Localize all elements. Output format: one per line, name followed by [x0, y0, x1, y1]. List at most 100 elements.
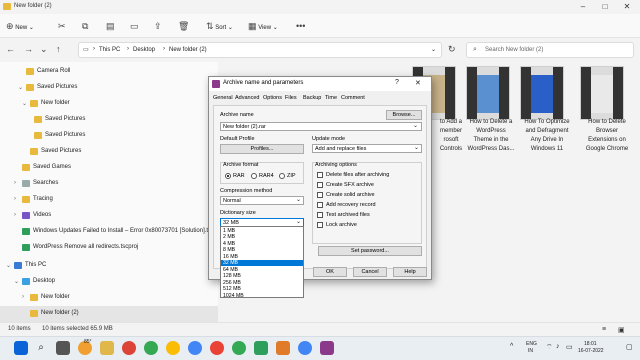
- chevron-down-icon[interactable]: ⌄: [14, 278, 19, 285]
- update-mode-select[interactable]: Add and replace files: [312, 144, 422, 153]
- dropdown-option[interactable]: 4 MB: [221, 241, 303, 247]
- chevron-right-icon[interactable]: ›: [22, 294, 24, 300]
- chevron-down-icon[interactable]: ⌄: [18, 84, 23, 91]
- dropdown-option[interactable]: 2 MB: [221, 234, 303, 240]
- dropdown-option[interactable]: 512 MB: [221, 286, 303, 292]
- view-button[interactable]: ▦ View ⌄: [248, 19, 278, 33]
- checkbox-recovery-record[interactable]: [317, 202, 323, 208]
- chevron-down-icon[interactable]: ⌄: [22, 100, 27, 107]
- recent-chevron-icon[interactable]: ⌄: [40, 44, 48, 55]
- chrome-profile-icon[interactable]: [188, 341, 202, 355]
- tiles-view-icon[interactable]: ▣: [618, 326, 625, 334]
- chevron-up-icon[interactable]: ^: [510, 343, 513, 350]
- chrome-profile-icon[interactable]: [166, 341, 180, 355]
- details-view-icon[interactable]: ≡: [602, 326, 606, 333]
- tree-item[interactable]: ⌄ New folder: [0, 96, 218, 112]
- chevron-right-icon[interactable]: ›: [14, 212, 16, 218]
- help-button[interactable]: Help: [393, 267, 427, 277]
- tab-options[interactable]: Options: [263, 95, 282, 101]
- share-icon[interactable]: ⇪: [154, 19, 162, 33]
- clock-time[interactable]: 18:01: [584, 341, 597, 347]
- tree-item[interactable]: Windows Updates Failed to Install – Erro…: [0, 224, 221, 240]
- cut-icon[interactable]: ✂: [58, 19, 66, 33]
- profiles-button[interactable]: Profiles...: [220, 144, 304, 154]
- winrar-icon[interactable]: [320, 341, 334, 355]
- dropdown-option[interactable]: 16 MB: [221, 254, 303, 260]
- compression-method-select[interactable]: Normal: [220, 196, 304, 205]
- battery-icon[interactable]: ▭: [566, 343, 573, 351]
- dropdown-option[interactable]: 64 MB: [221, 267, 303, 273]
- breadcrumb-current[interactable]: New folder (2): [169, 47, 207, 53]
- chevron-down-icon[interactable]: ⌄: [414, 144, 419, 151]
- tree-item[interactable]: ⌄ Saved Pictures: [0, 80, 218, 96]
- tab-advanced[interactable]: Advanced: [235, 95, 259, 101]
- app-icon[interactable]: [276, 341, 290, 355]
- breadcrumb-this-pc[interactable]: This PC: [99, 47, 120, 53]
- tree-item[interactable]: Saved Pictures: [0, 128, 218, 144]
- video-thumbnail[interactable]: [520, 66, 564, 120]
- archive-name-input[interactable]: New folder (2).rar: [220, 122, 422, 131]
- tree-item[interactable]: › Tracing: [0, 192, 218, 208]
- tree-item[interactable]: ⌄ Desktop: [0, 274, 218, 290]
- chevron-down-icon[interactable]: ⌄: [413, 122, 418, 129]
- tab-backup[interactable]: Backup: [303, 95, 321, 101]
- language-indicator[interactable]: ENG: [526, 341, 537, 347]
- maximize-button[interactable]: □: [594, 1, 616, 13]
- copy-icon[interactable]: ⧉: [82, 19, 88, 33]
- tab-files[interactable]: Files: [285, 95, 297, 101]
- new-button[interactable]: ⊕ New ⌄: [6, 19, 34, 33]
- chevron-down-icon[interactable]: ⌄: [6, 262, 11, 269]
- chrome-profile-icon[interactable]: [144, 341, 158, 355]
- search-icon[interactable]: ⌕: [34, 341, 48, 355]
- checkbox-create-solid[interactable]: [317, 192, 323, 198]
- forward-icon[interactable]: →: [24, 44, 33, 54]
- dropdown-option[interactable]: 128 MB: [221, 273, 303, 279]
- tab-comment[interactable]: Comment: [341, 95, 365, 101]
- checkbox-create-sfx[interactable]: [317, 182, 323, 188]
- search-box[interactable]: ⌕ Search New folder (2): [466, 42, 634, 58]
- paste-icon[interactable]: ▤: [106, 19, 115, 33]
- chrome-icon[interactable]: [122, 341, 136, 355]
- checkbox-delete-files[interactable]: [317, 172, 323, 178]
- back-icon[interactable]: ←: [6, 44, 15, 54]
- task-view-icon[interactable]: [56, 341, 70, 355]
- radio-zip[interactable]: [279, 173, 285, 179]
- tree-item[interactable]: › New folder: [0, 290, 218, 306]
- tab-general[interactable]: General: [213, 95, 233, 101]
- rename-icon[interactable]: ▭: [130, 19, 139, 33]
- chevron-down-icon[interactable]: ⌄: [296, 196, 301, 203]
- checkbox-test-files[interactable]: [317, 212, 323, 218]
- chrome-profile-icon[interactable]: [298, 341, 312, 355]
- chrome-profile-icon[interactable]: [232, 341, 246, 355]
- chevron-down-icon[interactable]: ⌄: [431, 46, 436, 53]
- chevron-right-icon[interactable]: ›: [14, 196, 16, 202]
- dropdown-option[interactable]: 8 MB: [221, 247, 303, 253]
- dropdown-option[interactable]: 1 MB: [221, 228, 303, 234]
- set-password-button[interactable]: Set password...: [318, 246, 422, 256]
- sort-button[interactable]: ⇅ Sort ⌄: [206, 19, 233, 33]
- address-bar[interactable]: ▭ › This PC › Desktop › New folder (2) ⌄: [78, 42, 442, 58]
- chrome-profile-icon[interactable]: [210, 341, 224, 355]
- camtasia-icon[interactable]: [254, 341, 268, 355]
- volume-icon[interactable]: ♪: [556, 343, 560, 350]
- help-icon[interactable]: ?: [395, 79, 399, 86]
- cancel-button[interactable]: Cancel: [353, 267, 387, 277]
- browse-button[interactable]: Browse...: [386, 110, 422, 120]
- dropdown-option[interactable]: 1024 MB: [221, 293, 303, 299]
- tree-item-selected[interactable]: New folder (2): [0, 306, 218, 322]
- breadcrumb-desktop[interactable]: Desktop: [133, 47, 155, 53]
- dropdown-option[interactable]: 256 MB: [221, 280, 303, 286]
- more-options-icon[interactable]: •••: [296, 19, 305, 33]
- chevron-down-icon[interactable]: ⌄: [296, 218, 301, 225]
- radio-rar4[interactable]: [251, 173, 257, 179]
- tree-item[interactable]: Saved Games: [0, 160, 218, 176]
- up-icon[interactable]: ↑: [56, 44, 61, 54]
- tree-item[interactable]: › Searches: [0, 176, 218, 192]
- video-thumbnail[interactable]: [580, 66, 624, 120]
- clock-date[interactable]: 16-07-2022: [578, 348, 604, 354]
- tree-item[interactable]: WordPress Remove all redirects.tscproj: [0, 240, 218, 256]
- refresh-icon[interactable]: ↻: [448, 44, 456, 55]
- file-explorer-icon[interactable]: [100, 341, 114, 355]
- tree-item[interactable]: Saved Pictures: [0, 112, 218, 128]
- tree-item[interactable]: ⌄ This PC: [0, 258, 218, 274]
